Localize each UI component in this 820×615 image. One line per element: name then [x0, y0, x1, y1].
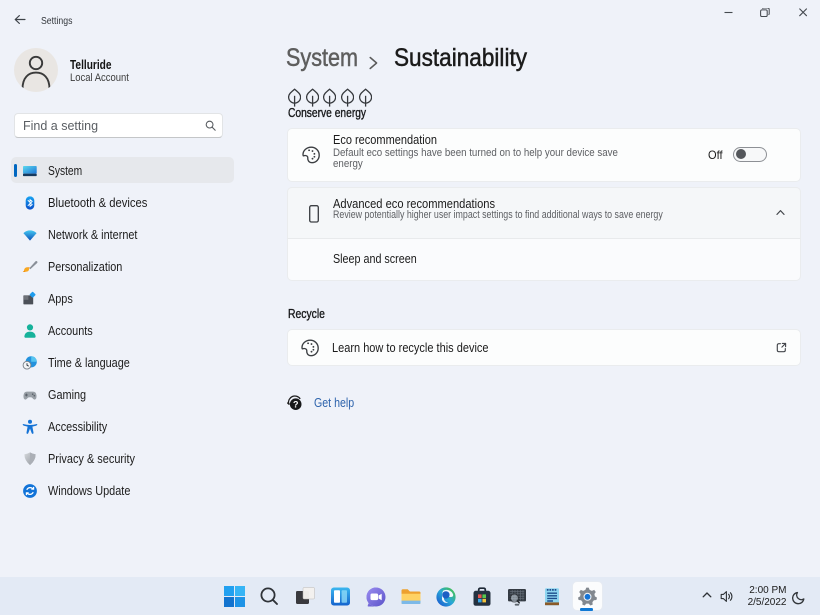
svg-text:?: ?: [293, 400, 299, 410]
